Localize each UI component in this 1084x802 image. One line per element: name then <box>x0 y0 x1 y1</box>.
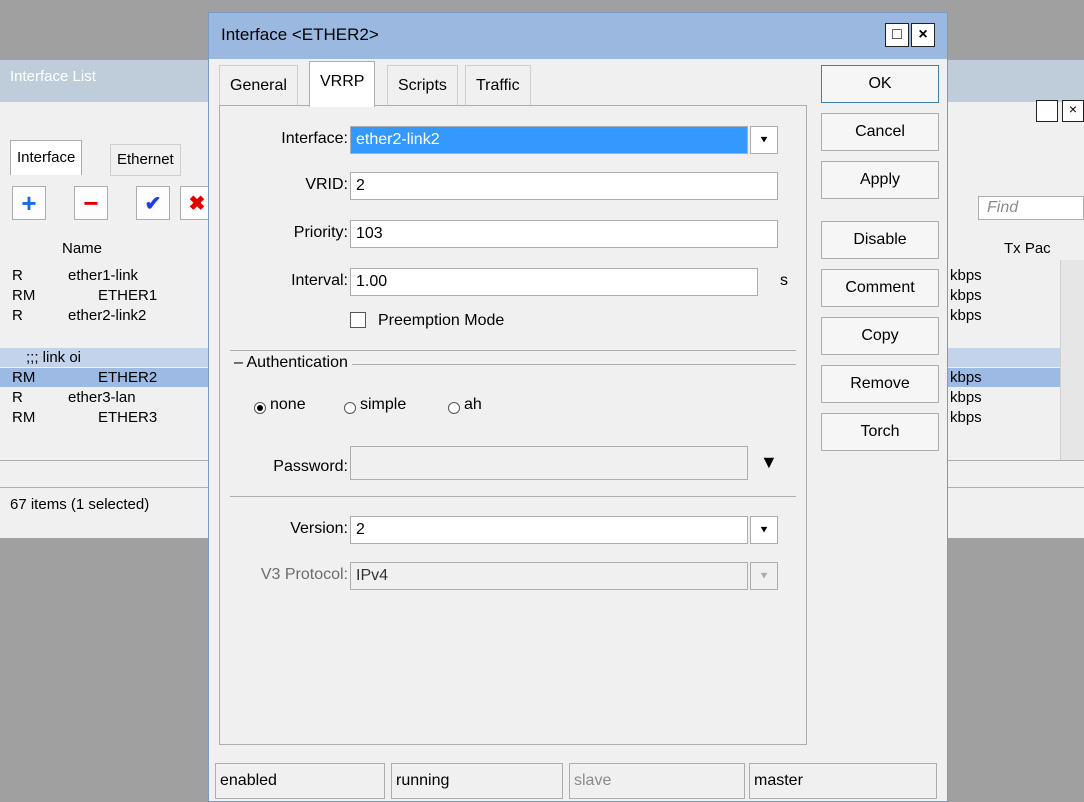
tab-scripts[interactable]: Scripts <box>387 65 458 105</box>
dialog-title: Interface <ETHER2> <box>221 25 379 44</box>
priority-field[interactable]: 103 <box>350 220 778 248</box>
version-field[interactable]: 2 <box>350 516 748 544</box>
close-icon[interactable]: × <box>911 23 935 47</box>
radio-ah-label: ah <box>464 396 482 413</box>
minus-icon[interactable]: − <box>74 186 108 220</box>
v3-protocol-field: IPv4 <box>350 562 748 590</box>
radio-simple[interactable] <box>344 402 356 414</box>
tab-vrrp[interactable]: VRRP <box>309 61 376 107</box>
row-name: ETHER2 <box>98 369 158 386</box>
apply-button[interactable]: Apply <box>821 161 939 199</box>
row-name: ether3-lan <box>68 389 136 406</box>
tab-general[interactable]: General <box>219 65 298 105</box>
vertical-scrollbar[interactable] <box>1060 260 1084 460</box>
password-field[interactable] <box>350 446 748 480</box>
row-name: ETHER3 <box>98 409 158 426</box>
dropdown-icon: ⯆ <box>750 562 778 590</box>
close-icon[interactable]: × <box>1062 100 1084 122</box>
row-name: ether1-link <box>68 267 139 284</box>
column-tx-packets-header[interactable]: Tx Pac <box>1004 240 1051 257</box>
check-icon[interactable]: ✔ <box>136 186 170 220</box>
tab-interface[interactable]: Interface <box>10 140 83 175</box>
vrrp-tab-panel: Interface: ether2-link2 ⯆ VRID: 2 Priori… <box>219 105 807 745</box>
v3-protocol-label: V3 Protocol: <box>260 566 348 583</box>
cancel-button[interactable]: Cancel <box>821 113 939 151</box>
priority-label: Priority: <box>293 224 348 241</box>
status-enabled: enabled <box>215 763 385 799</box>
dropdown-arrow-icon[interactable]: ▼ <box>760 452 778 473</box>
row-name: ETHER1 <box>98 287 158 304</box>
preemption-label: Preemption Mode <box>378 312 505 329</box>
dropdown-icon[interactable]: ⯆ <box>750 126 778 154</box>
copy-button[interactable]: Copy <box>821 317 939 355</box>
row-comment: ;;; link oi <box>26 349 82 366</box>
version-label: Version: <box>290 520 348 537</box>
status-text: 67 items (1 selected) <box>10 496 150 513</box>
tab-traffic[interactable]: Traffic <box>465 65 531 105</box>
password-label: Password: <box>273 458 348 475</box>
dropdown-icon[interactable]: ⯆ <box>750 516 778 544</box>
remove-button[interactable]: Remove <box>821 365 939 403</box>
find-input[interactable]: Find <box>978 196 1084 220</box>
row-name: ether2-link2 <box>68 307 147 324</box>
vrid-field[interactable]: 2 <box>350 172 778 200</box>
interval-label: Interval: <box>291 272 348 289</box>
interval-unit: s <box>780 272 788 289</box>
preemption-checkbox[interactable] <box>350 312 366 328</box>
disable-button[interactable]: Disable <box>821 221 939 259</box>
interface-label: Interface: <box>281 130 348 147</box>
torch-button[interactable]: Torch <box>821 413 939 451</box>
tab-ethernet[interactable]: Ethernet <box>110 144 181 176</box>
radio-none[interactable] <box>254 402 266 414</box>
auth-group-label: – Authentication <box>230 354 352 372</box>
radio-simple-label: simple <box>360 396 407 413</box>
interval-field[interactable]: 1.00 <box>350 268 758 296</box>
column-name-header[interactable]: Name <box>62 240 102 257</box>
interface-field[interactable]: ether2-link2 <box>350 126 748 154</box>
dialog-titlebar: Interface <ETHER2> □ × <box>209 13 947 59</box>
maximize-icon[interactable]: □ <box>885 23 909 47</box>
divider <box>230 350 796 351</box>
interface-list-title: Interface List <box>10 68 96 85</box>
plus-icon[interactable]: + <box>12 186 46 220</box>
vrid-label: VRID: <box>305 176 348 193</box>
status-slave: slave <box>569 763 745 799</box>
status-master: master <box>749 763 937 799</box>
ok-button[interactable]: OK <box>821 65 939 103</box>
divider <box>230 496 796 497</box>
radio-none-label: none <box>270 396 306 413</box>
radio-ah[interactable] <box>448 402 460 414</box>
interface-dialog: Interface <ETHER2> □ × General VRRP Scri… <box>208 12 948 802</box>
comment-button[interactable]: Comment <box>821 269 939 307</box>
maximize-icon[interactable] <box>1036 100 1058 122</box>
status-running: running <box>391 763 563 799</box>
